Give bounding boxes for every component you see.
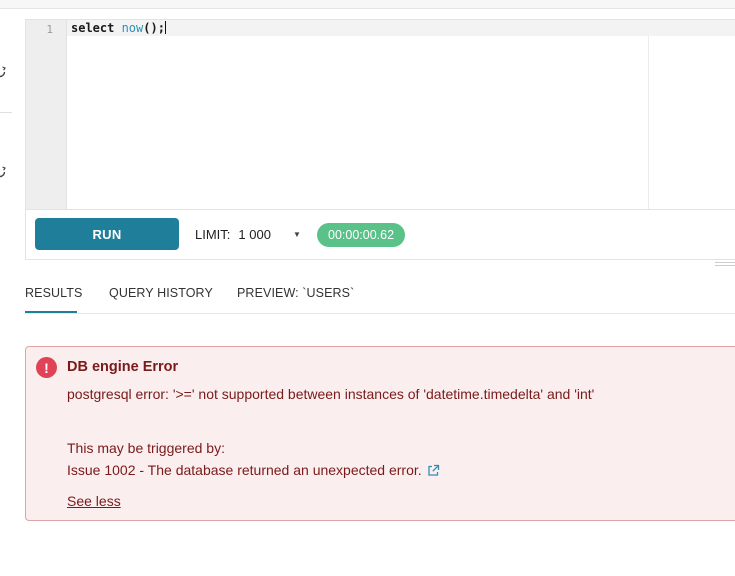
sql-editor[interactable]: 1 select now(); xyxy=(25,19,735,210)
query-toolbar: RUN LIMIT: 1 000 ▼ 00:00:00.62 xyxy=(25,210,735,260)
elapsed-time-badge: 00:00:00.62 xyxy=(317,223,406,247)
tab-query-history[interactable]: QUERY HISTORY xyxy=(109,286,213,300)
results-tabs: RESULTS QUERY HISTORY PREVIEW: `USERS` xyxy=(25,270,735,314)
caret-down-icon: ▼ xyxy=(292,230,301,239)
refresh-icon[interactable] xyxy=(0,66,6,78)
code-line[interactable]: select now(); xyxy=(71,21,166,35)
code-function: now xyxy=(121,21,144,35)
active-line-highlight xyxy=(67,20,735,36)
error-issue-line: Issue 1002 - The database returned an un… xyxy=(67,462,440,478)
run-button[interactable]: RUN xyxy=(35,218,179,250)
limit-dropdown[interactable]: LIMIT: 1 000 ▼ xyxy=(195,227,301,242)
error-trigger-label: This may be triggered by: xyxy=(67,440,225,456)
print-margin xyxy=(648,36,649,209)
line-number: 1 xyxy=(46,23,53,36)
top-band xyxy=(0,0,735,9)
error-icon: ! xyxy=(36,357,57,378)
resize-handle[interactable] xyxy=(715,262,735,268)
rail-divider xyxy=(0,112,12,113)
editor-gutter: 1 xyxy=(26,20,67,209)
active-tab-indicator xyxy=(25,311,77,313)
code-tail: (); xyxy=(143,21,165,35)
error-issue-text: Issue 1002 - The database returned an un… xyxy=(67,462,422,478)
error-title: DB engine Error xyxy=(67,359,179,375)
see-less-link[interactable]: See less xyxy=(67,493,121,509)
tab-results[interactable]: RESULTS xyxy=(25,286,82,300)
left-rail xyxy=(0,9,12,212)
refresh-icon[interactable] xyxy=(0,166,6,178)
text-cursor xyxy=(164,21,166,34)
limit-value: 1 000 xyxy=(238,227,271,242)
tab-preview-users[interactable]: PREVIEW: `USERS` xyxy=(237,286,354,300)
error-alert: ! DB engine Error postgresql error: '>='… xyxy=(25,346,735,521)
external-link-icon[interactable] xyxy=(427,464,440,477)
limit-label: LIMIT: xyxy=(195,227,231,242)
code-keyword: select xyxy=(71,21,122,35)
error-message: postgresql error: '>=' not supported bet… xyxy=(67,386,595,402)
